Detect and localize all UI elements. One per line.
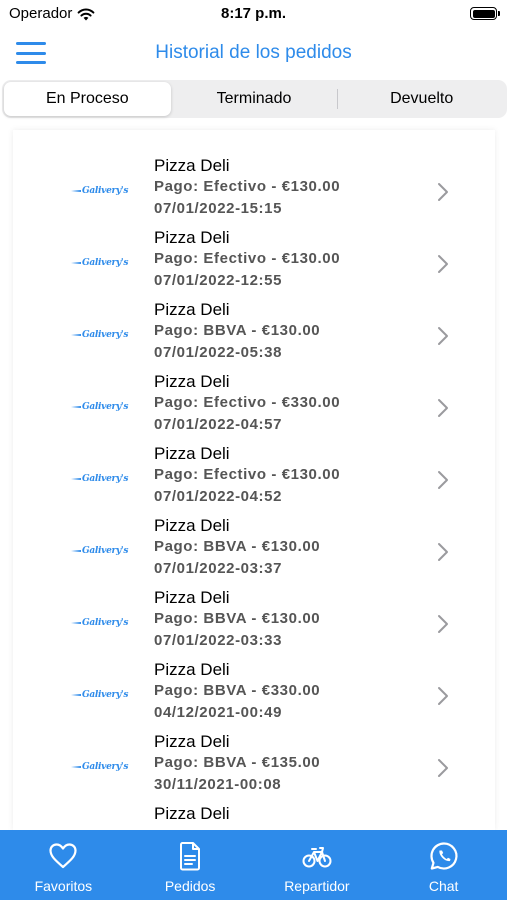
- order-row[interactable]: Galivery's Pizza Deli Pago: BBVA - €130.…: [13, 588, 495, 660]
- order-date: 07/01/2022-04:57: [154, 416, 283, 433]
- order-date: 07/01/2022-15:15: [154, 200, 283, 217]
- order-date: 04/12/2021-00:49: [154, 704, 283, 721]
- chevron-right-icon: [438, 687, 448, 705]
- galiverys-logo: Galivery's: [71, 184, 141, 198]
- tab-repartidor[interactable]: Repartidor: [254, 830, 381, 900]
- galiverys-logo: Galivery's: [71, 616, 141, 630]
- order-date: 07/01/2022-03:33: [154, 632, 283, 649]
- tab-label: Repartidor: [284, 878, 350, 894]
- order-row[interactable]: Galivery's Pizza Deli Pago: Efectivo - €…: [13, 156, 495, 228]
- restaurant-name: Pizza Deli: [154, 804, 230, 823]
- order-row[interactable]: Galivery's Pizza Deli Pago: BBVA - €130.…: [13, 516, 495, 588]
- restaurant-name: Pizza Deli: [154, 300, 230, 319]
- payment-info: Pago: BBVA - €330.00: [154, 682, 321, 699]
- chevron-right-icon: [438, 183, 448, 201]
- page-title: Historial de los pedidos: [155, 42, 352, 63]
- galiverys-logo: Galivery's: [71, 472, 141, 486]
- tab-label: Favoritos: [34, 878, 93, 894]
- restaurant-name: Pizza Deli: [154, 372, 230, 391]
- chevron-right-icon: [438, 759, 448, 777]
- order-date: 07/01/2022-03:37: [154, 560, 283, 577]
- order-row[interactable]: Galivery's Pizza Deli Pago: BBVA - €330.…: [13, 660, 495, 732]
- tab-label: Chat: [428, 878, 459, 894]
- battery-icon: [470, 7, 500, 20]
- galiverys-logo: Galivery's: [71, 760, 141, 774]
- galiverys-logo: Galivery's: [71, 256, 141, 270]
- galiverys-logo: Galivery's: [71, 544, 141, 558]
- bicycle-icon: [302, 847, 332, 868]
- restaurant-name: Pizza Deli: [154, 588, 230, 607]
- restaurant-name: Pizza Deli: [154, 156, 230, 175]
- document-icon: [180, 842, 201, 871]
- tab-label: Pedidos: [164, 878, 216, 894]
- payment-info: Pago: BBVA - €130.00: [154, 538, 321, 555]
- segment-en-proceso[interactable]: En Proceso: [4, 82, 171, 116]
- chevron-right-icon: [438, 615, 448, 633]
- chevron-right-icon: [438, 327, 448, 345]
- status-bar: Operador 8:17 p.m.: [0, 0, 507, 28]
- chevron-right-icon: [438, 543, 448, 561]
- galiverys-logo: Galivery's: [71, 400, 141, 414]
- segment-label: Devuelto: [390, 90, 454, 107]
- order-status-segmented-control: En Proceso Terminado Devuelto: [2, 80, 507, 118]
- order-row[interactable]: Galivery's Pizza Deli Pago: BBVA - €135.…: [13, 732, 495, 804]
- orders-list[interactable]: Galivery's Pizza Deli Pago: Efectivo - €…: [13, 130, 495, 830]
- payment-info: Pago: BBVA - €130.00: [154, 610, 321, 627]
- galiverys-logo: Galivery's: [71, 688, 141, 702]
- order-row[interactable]: Galivery's Pizza Deli Pago: BBVA - €130.…: [13, 300, 495, 372]
- galiverys-logo: Galivery's: [71, 328, 141, 342]
- chevron-right-icon: [438, 399, 448, 417]
- segment-terminado[interactable]: Terminado: [171, 82, 338, 116]
- restaurant-name: Pizza Deli: [154, 732, 230, 751]
- order-row[interactable]: Galivery's Pizza Deli Pago: Efectivo - €…: [13, 444, 495, 516]
- restaurant-name: Pizza Deli: [154, 444, 230, 463]
- order-date: 07/01/2022-05:38: [154, 344, 283, 361]
- clock: 8:17 p.m.: [220, 5, 287, 22]
- restaurant-name: Pizza Deli: [154, 660, 230, 679]
- bottom-tab-bar: Favoritos Pedidos Repartidor Chat: [0, 830, 507, 900]
- payment-info: Pago: Efectivo - €130.00: [154, 250, 341, 267]
- order-date: 07/01/2022-04:52: [154, 488, 283, 505]
- order-row[interactable]: Pizza Deli: [13, 804, 495, 830]
- tab-pedidos[interactable]: Pedidos: [127, 830, 254, 900]
- segment-label: En Proceso: [45, 90, 129, 107]
- payment-info: Pago: Efectivo - €330.00: [154, 394, 341, 411]
- order-row[interactable]: Galivery's Pizza Deli Pago: Efectivo - €…: [13, 372, 495, 444]
- segment-devuelto[interactable]: Devuelto: [338, 82, 505, 116]
- restaurant-name: Pizza Deli: [154, 228, 230, 247]
- tab-chat[interactable]: Chat: [380, 830, 507, 900]
- payment-info: Pago: BBVA - €135.00: [154, 754, 321, 771]
- payment-info: Pago: BBVA - €130.00: [154, 322, 321, 339]
- restaurant-name: Pizza Deli: [154, 516, 230, 535]
- heart-icon: [49, 843, 77, 869]
- chevron-right-icon: [438, 255, 448, 273]
- order-date: 07/01/2022-12:55: [154, 272, 283, 289]
- segment-label: Terminado: [216, 90, 292, 107]
- whatsapp-icon: [430, 842, 458, 870]
- navigation-bar: Historial de los pedidos: [0, 30, 507, 76]
- payment-info: Pago: Efectivo - €130.00: [154, 178, 341, 195]
- order-row[interactable]: Galivery's Pizza Deli Pago: Efectivo - €…: [13, 228, 495, 300]
- payment-info: Pago: Efectivo - €130.00: [154, 466, 341, 483]
- order-date: 30/11/2021-00:08: [154, 776, 282, 793]
- tab-favoritos[interactable]: Favoritos: [0, 830, 127, 900]
- chevron-right-icon: [438, 471, 448, 489]
